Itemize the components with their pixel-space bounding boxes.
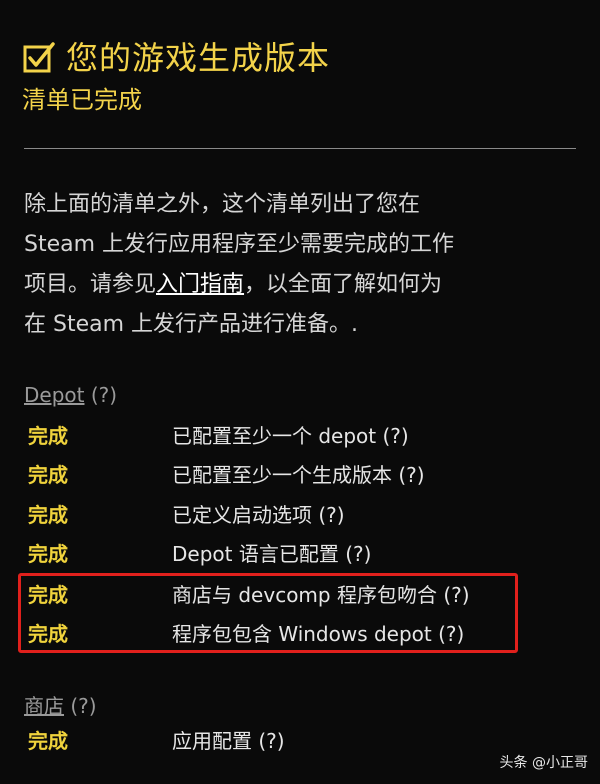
checklist-row: 完成 已定义启动选项 (?) (28, 498, 580, 528)
checklist-item-label[interactable]: 应用配置 (?) (172, 725, 285, 754)
intro-line: 在 Steam 上发行产品进行准备。. (24, 312, 359, 337)
store-help-icon[interactable]: (?) (64, 694, 96, 718)
highlight-annotation-box (18, 573, 518, 653)
intro-line: 除上面的清单之外，这个清单列出了您在 (24, 192, 421, 217)
page-title: 您的游戏生成版本 (66, 39, 331, 77)
section-depot-title: Depot (?) (24, 383, 117, 407)
page-subtitle: 清单已完成 (22, 86, 142, 114)
header-divider (24, 148, 576, 149)
checklist-row: 完成 已配置至少一个 depot (?) (28, 419, 580, 449)
checklist-header: 您的游戏生成版本 清单已完成 (22, 38, 578, 116)
getting-started-link[interactable]: 入门指南 (156, 272, 244, 297)
intro-text: ，以全面了解如何为 (244, 272, 443, 297)
depot-help-icon[interactable]: (?) (84, 383, 117, 407)
checklist-row: 完成 应用配置 (?) (28, 724, 580, 754)
checklist-row: 完成 已配置至少一个生成版本 (?) (28, 458, 580, 488)
checklist-item-label[interactable]: 已定义启动选项 (?) (172, 499, 345, 528)
intro-text: 项目。请参见 (24, 272, 157, 297)
status-complete: 完成 (28, 541, 68, 566)
intro-line: 项目。请参见入门指南，以全面了解如何为 (24, 265, 564, 305)
status-complete: 完成 (28, 502, 68, 527)
watermark: 头条 @小正哥 (499, 755, 588, 771)
status-complete: 完成 (28, 423, 68, 448)
checklist-row: 完成 Depot 语言已配置 (?) (28, 537, 580, 567)
intro-paragraph: 除上面的清单之外，这个清单列出了您在 Steam 上发行应用程序至少需要完成的工… (24, 185, 564, 345)
checkbox-checked-icon (23, 42, 55, 73)
checklist-item-label[interactable]: Depot 语言已配置 (?) (172, 538, 371, 567)
store-section-link[interactable]: 商店 (24, 694, 64, 718)
status-complete: 完成 (28, 462, 68, 487)
section-store-title: 商店 (?) (24, 690, 97, 719)
intro-line: Steam 上发行应用程序至少需要完成的工作 (24, 232, 455, 257)
checklist-item-label[interactable]: 已配置至少一个 depot (?) (172, 420, 409, 449)
status-complete: 完成 (28, 728, 68, 753)
depot-section-link[interactable]: Depot (24, 383, 84, 407)
title-row: 您的游戏生成版本 (22, 38, 578, 78)
checklist-item-label[interactable]: 已配置至少一个生成版本 (?) (172, 459, 425, 488)
